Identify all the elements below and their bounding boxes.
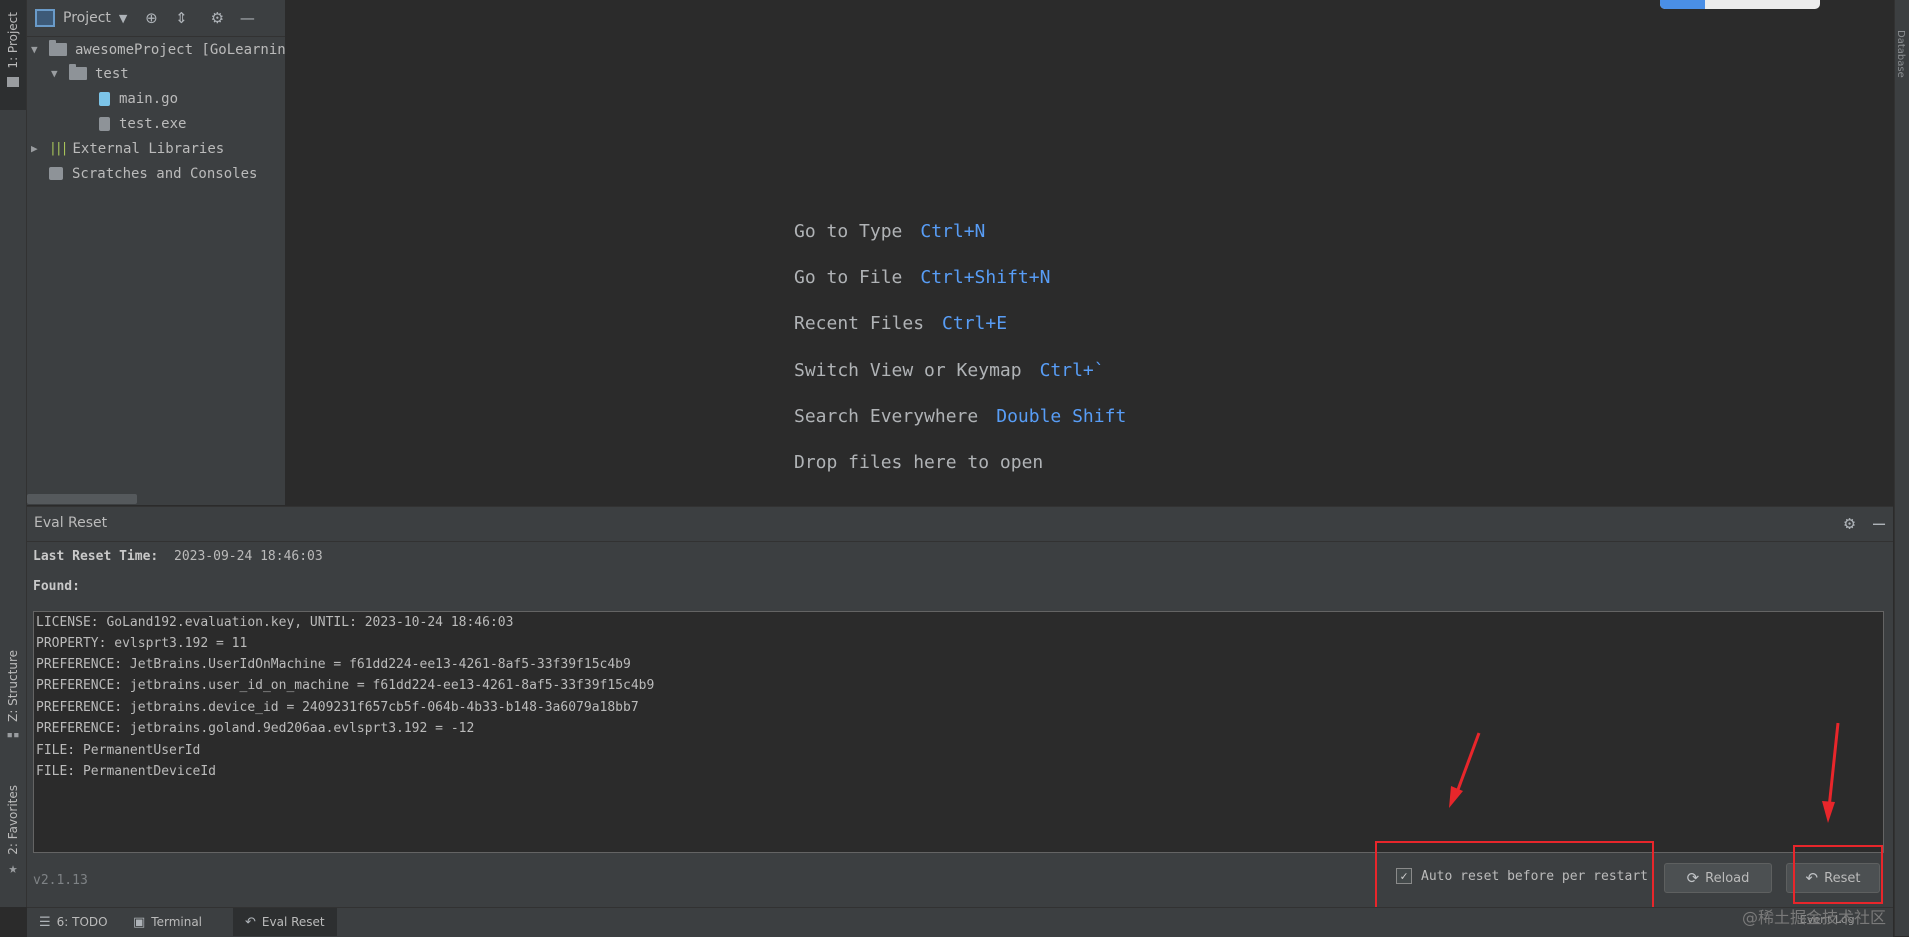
list-icon: ☰ (39, 914, 51, 930)
tab-terminal-label: Terminal (151, 915, 203, 929)
undo-icon: ↶ (245, 914, 256, 930)
tab-todo-label: 6: TODO (56, 915, 108, 929)
annotation-arrows (1449, 722, 1840, 823)
terminal-icon: ▣ (133, 914, 146, 930)
tab-eval-reset[interactable]: ↶ Eval Reset (233, 908, 337, 936)
red-arrow-icon (1449, 732, 1481, 808)
tab-terminal[interactable]: ▣ Terminal (133, 908, 202, 936)
red-arrow-icon (1822, 722, 1840, 823)
tab-todo[interactable]: ☰ 6: TODO (39, 908, 108, 936)
tab-eval-reset-label: Eval Reset (261, 915, 325, 929)
bottom-tool-bar: ☰ 6: TODO ▣ Terminal ↶ Eval Reset (27, 907, 1893, 937)
watermark: @稀土掘金技术社区 (1742, 908, 1887, 927)
